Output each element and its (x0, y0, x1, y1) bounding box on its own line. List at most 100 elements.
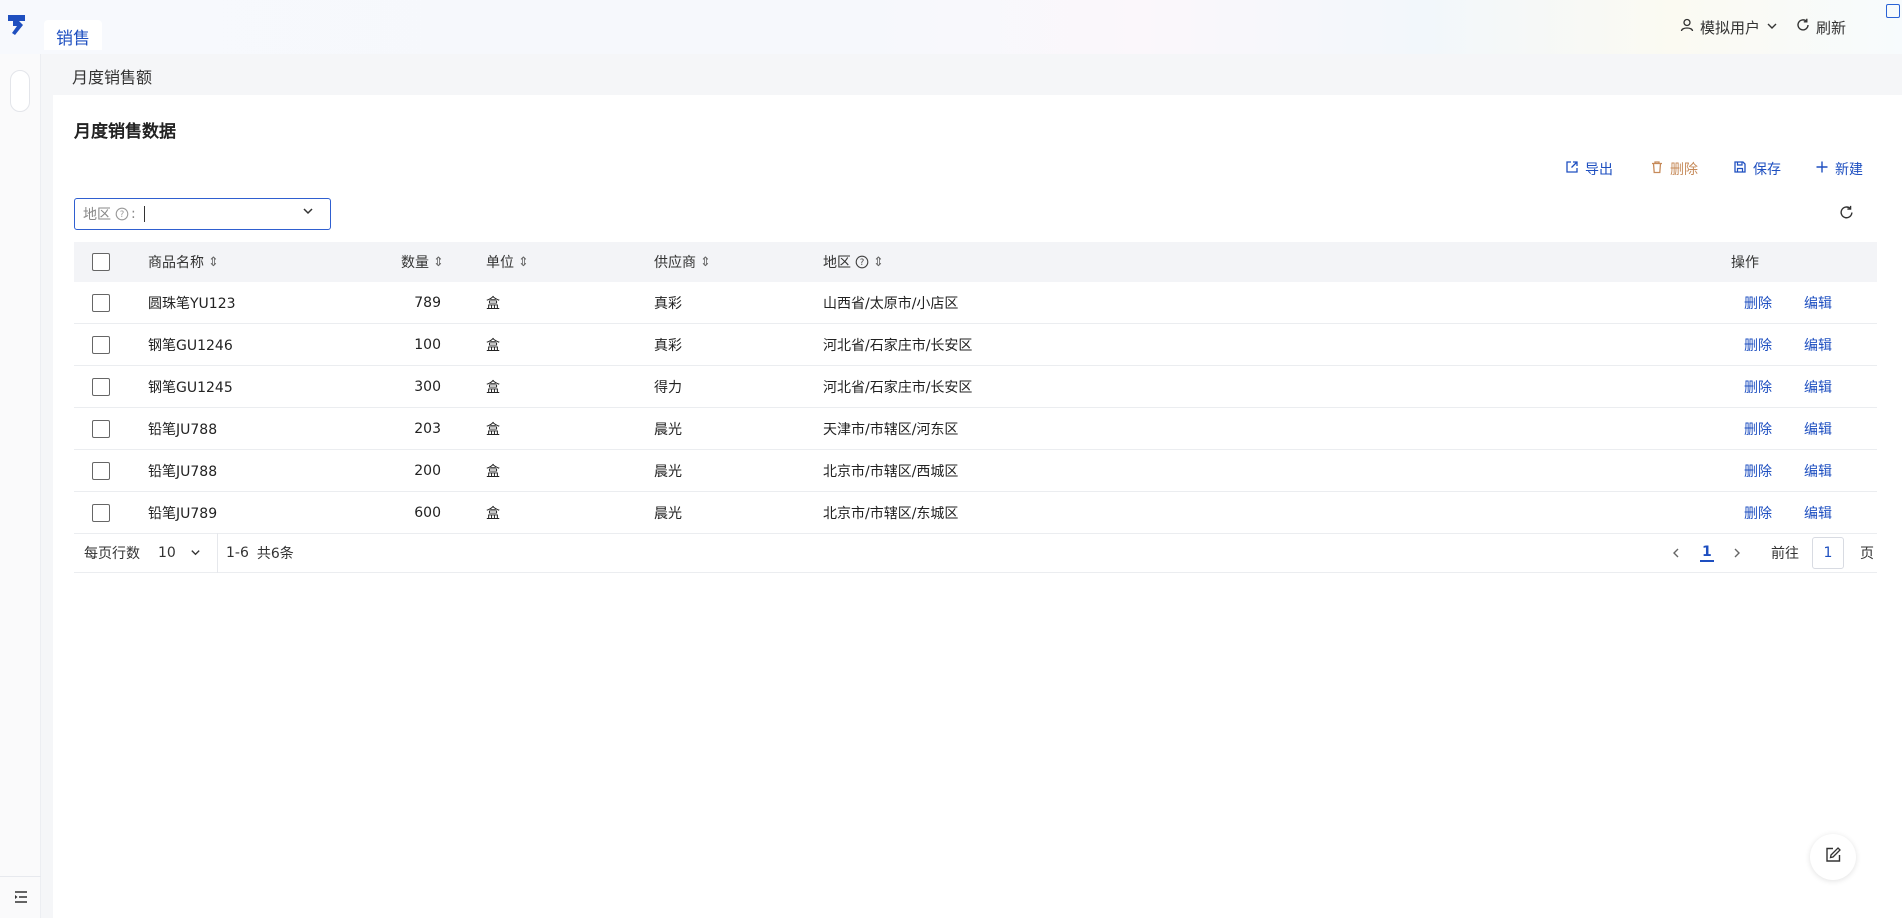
table-header: 商品名称 ⇕ 数量 ⇕ 单位 ⇕ 供应商 ⇕ 地区 ? ⇕ 操作 (74, 242, 1877, 282)
row-checkbox[interactable] (92, 293, 110, 312)
filter-label: 地区 (83, 207, 111, 223)
pager-range: 1-6 共6条 (226, 544, 294, 562)
sort-icon: ⇕ (433, 254, 444, 270)
breadcrumb: 月度销售额 (72, 68, 153, 87)
app-tab-sales[interactable]: 销售 (44, 20, 102, 50)
row-delete-link[interactable]: 删除 (1744, 450, 1772, 491)
cell-qty: 100 (414, 336, 441, 353)
chevron-down-icon (1766, 18, 1778, 36)
row-edit-link[interactable]: 编辑 (1804, 366, 1832, 407)
cell-name: 钢笔GU1245 (148, 379, 233, 396)
cell-name: 铅笔JU788 (148, 421, 218, 438)
svg-text:?: ? (860, 258, 865, 268)
layout-icon[interactable] (1886, 4, 1900, 18)
cell-region: 北京市/市辖区/东城区 (823, 505, 959, 522)
cell-unit: 盒 (486, 505, 500, 522)
page-number-current[interactable]: 1 (1700, 533, 1714, 572)
table-refresh-button[interactable] (1839, 205, 1854, 224)
refresh-icon (1796, 18, 1810, 36)
row-delete-link[interactable]: 删除 (1744, 366, 1772, 407)
pager-divider (217, 533, 218, 573)
app-logo-icon (6, 12, 28, 38)
row-delete-link[interactable]: 删除 (1744, 324, 1772, 365)
column-header-supplier[interactable]: 供应商 ⇕ (654, 242, 711, 282)
cell-name: 钢笔GU1246 (148, 337, 233, 354)
cell-region: 山西省/太原市/小店区 (823, 295, 959, 312)
cell-supplier: 晨光 (654, 421, 682, 438)
refresh-label: 刷新 (1816, 18, 1847, 37)
sales-table: 商品名称 ⇕ 数量 ⇕ 单位 ⇕ 供应商 ⇕ 地区 ? ⇕ 操作 圆珠笔YU123 789… (74, 242, 1877, 534)
table-row: 钢笔GU1246 100 盒 真彩 河北省/石家庄市/长安区 删除 编辑 (74, 324, 1877, 366)
cell-unit: 盒 (486, 421, 500, 438)
pagination: 每页行数 10 1-6 共6条 1 前往 1 页 (74, 533, 1877, 573)
cell-qty: 203 (414, 420, 441, 437)
save-button[interactable]: 保存 (1733, 158, 1781, 180)
svg-text:?: ? (120, 210, 125, 220)
rows-per-page-select[interactable]: 10 (158, 533, 201, 572)
page-suffix: 页 (1860, 545, 1874, 562)
cell-supplier: 晨光 (654, 463, 682, 480)
chevron-down-icon (302, 205, 314, 221)
sort-icon: ⇕ (700, 254, 711, 270)
rows-per-page-label: 每页行数 (84, 545, 140, 562)
help-icon: ? (115, 207, 129, 221)
cell-qty: 600 (414, 504, 441, 521)
row-edit-link[interactable]: 编辑 (1804, 450, 1832, 491)
create-button[interactable]: 新建 (1815, 158, 1863, 180)
sort-icon: ⇕ (873, 254, 884, 270)
sort-icon: ⇕ (208, 254, 219, 270)
row-edit-link[interactable]: 编辑 (1804, 324, 1832, 365)
table-row: 铅笔JU788 203 盒 晨光 天津市/市辖区/河东区 删除 编辑 (74, 408, 1877, 450)
table-row: 铅笔JU789 600 盒 晨光 北京市/市辖区/东城区 删除 编辑 (74, 492, 1877, 534)
column-header-ops: 操作 (1731, 255, 1759, 271)
row-delete-link[interactable]: 删除 (1744, 282, 1772, 323)
save-icon (1733, 160, 1747, 178)
prev-page-button[interactable] (1670, 533, 1682, 572)
row-checkbox[interactable] (92, 461, 110, 480)
cell-supplier: 晨光 (654, 505, 682, 522)
export-icon (1565, 160, 1579, 178)
row-delete-link[interactable]: 删除 (1744, 408, 1772, 449)
table-body: 圆珠笔YU123 789 盒真彩 山西省/太原市/小店区 删除 编辑 钢笔GU1246 100… (74, 282, 1877, 534)
row-edit-link[interactable]: 编辑 (1804, 492, 1832, 533)
user-icon (1680, 18, 1694, 36)
cell-supplier: 真彩 (654, 295, 682, 312)
bulk-delete-button[interactable]: 删除 (1650, 158, 1698, 180)
row-edit-link[interactable]: 编辑 (1804, 282, 1832, 323)
row-checkbox[interactable] (92, 377, 110, 396)
text-cursor (143, 206, 145, 222)
table-row: 钢笔GU1245 300 盒 得力 河北省/石家庄市/长安区 删除 编辑 (74, 366, 1877, 408)
goto-page-input[interactable]: 1 (1812, 537, 1844, 569)
row-delete-link[interactable]: 删除 (1744, 492, 1772, 533)
column-header-qty[interactable]: 数量 ⇕ (401, 242, 444, 282)
export-button[interactable]: 导出 (1565, 158, 1613, 180)
cell-name: 圆珠笔YU123 (148, 295, 236, 312)
row-checkbox[interactable] (92, 503, 110, 522)
column-header-name[interactable]: 商品名称 ⇕ (148, 242, 219, 282)
cell-qty: 789 (414, 294, 441, 311)
table-row: 铅笔JU788 200 盒 晨光 北京市/市辖区/西城区 删除 编辑 (74, 450, 1877, 492)
cell-qty: 200 (414, 462, 441, 479)
region-filter-select[interactable]: 地区 ? : (74, 198, 331, 230)
row-checkbox[interactable] (92, 335, 110, 354)
select-all-checkbox[interactable] (92, 253, 110, 271)
main-panel: 月度销售数据 导出 删除 保存 新建 地区 ? : 商品名称 ⇕ 数量 ⇕ 单位… (53, 95, 1902, 918)
sort-icon: ⇕ (518, 254, 529, 270)
column-header-region[interactable]: 地区 ? ⇕ (823, 242, 884, 282)
floating-edit-button[interactable] (1810, 834, 1856, 880)
left-rail (0, 54, 41, 918)
row-checkbox[interactable] (92, 419, 110, 438)
chevron-down-icon (190, 547, 201, 558)
user-menu[interactable]: 模拟用户 (1680, 16, 1778, 38)
column-header-unit[interactable]: 单位 ⇕ (486, 242, 529, 282)
user-name: 模拟用户 (1700, 18, 1761, 37)
help-icon: ? (855, 255, 869, 269)
next-page-button[interactable] (1731, 533, 1743, 572)
cell-unit: 盒 (486, 379, 500, 396)
filter-colon: : (131, 206, 136, 222)
refresh-button[interactable]: 刷新 (1796, 16, 1846, 38)
collapse-menu-button[interactable] (0, 876, 41, 918)
rail-handle[interactable] (10, 70, 30, 112)
row-edit-link[interactable]: 编辑 (1804, 408, 1832, 449)
goto-label: 前往 (1771, 545, 1799, 562)
